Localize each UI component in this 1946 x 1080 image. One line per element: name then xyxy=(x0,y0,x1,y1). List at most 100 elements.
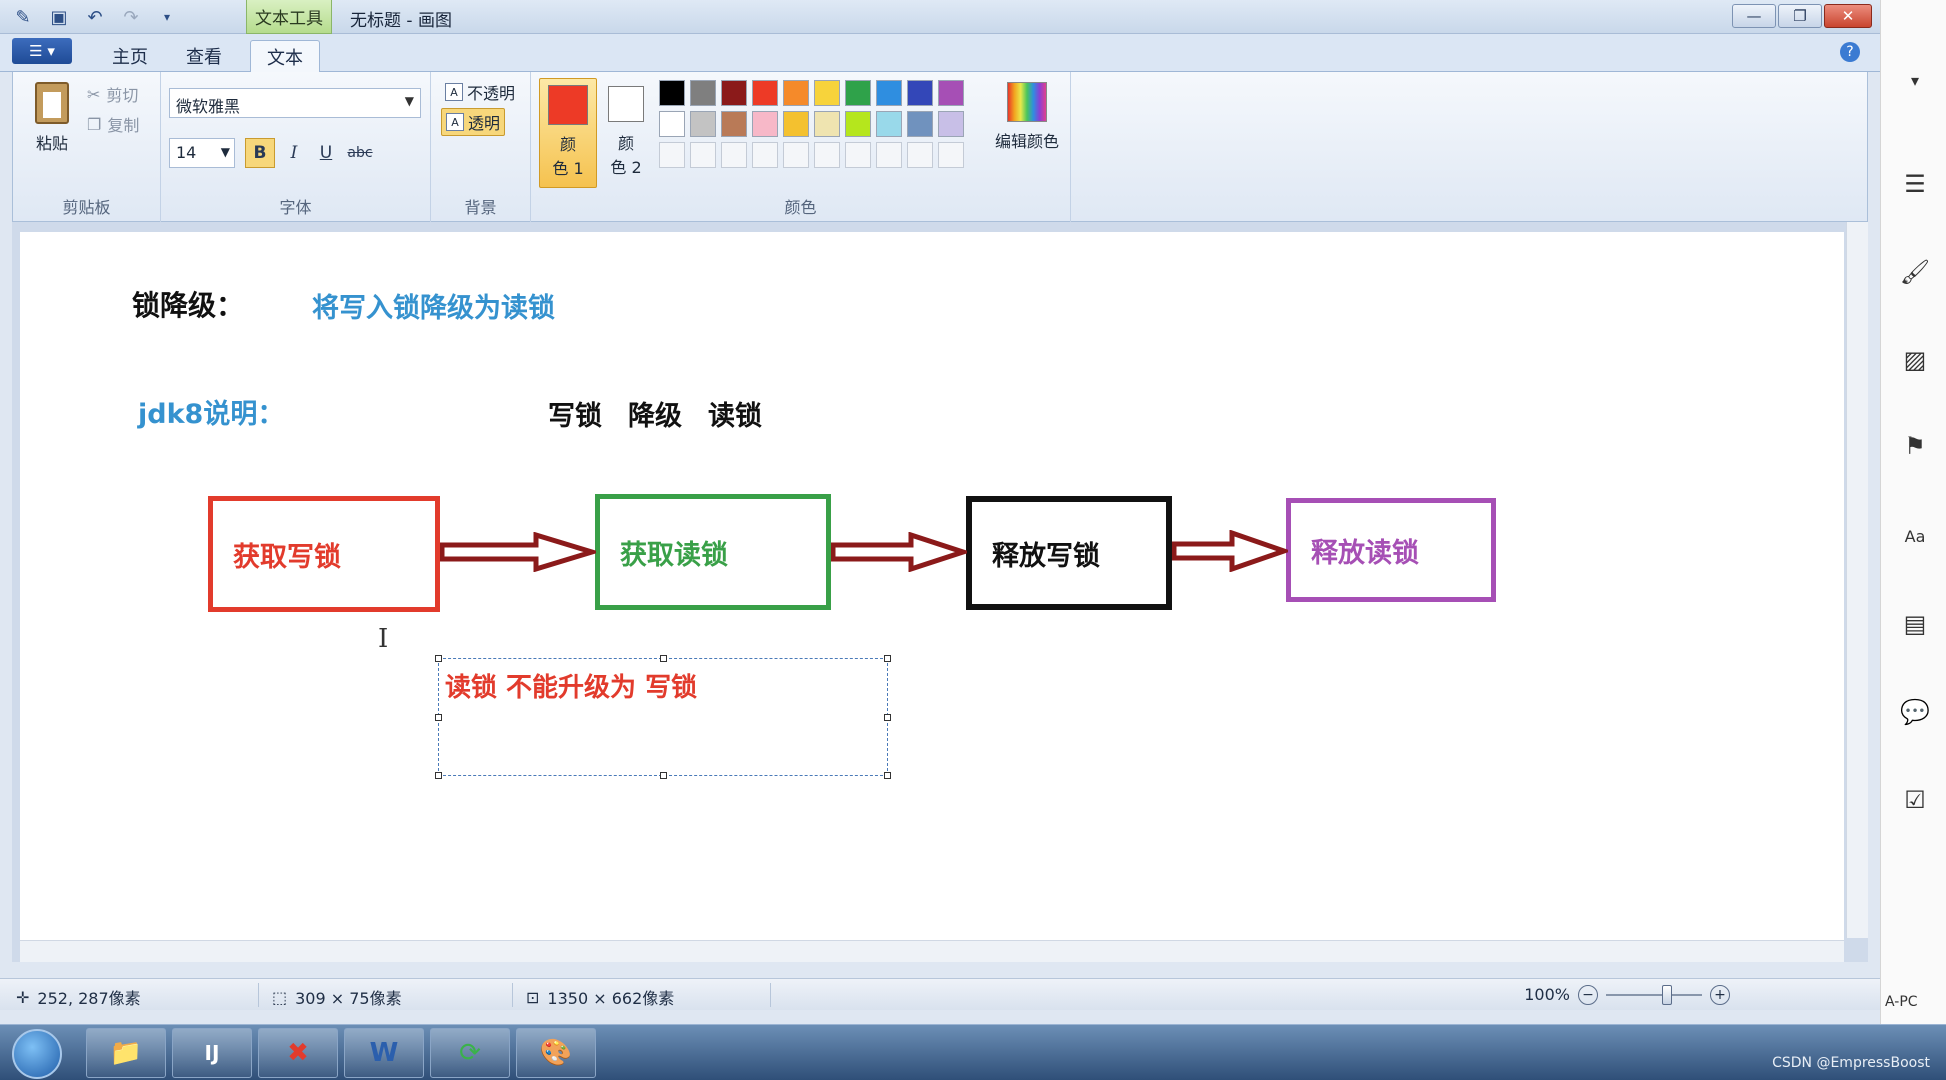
font-icon[interactable]: Aa xyxy=(1901,522,1929,550)
paste-button[interactable]: 粘贴 xyxy=(27,82,77,154)
palette-swatch[interactable] xyxy=(783,80,809,106)
palette-swatch[interactable] xyxy=(659,142,685,168)
customize-toolbar-icon[interactable]: ▾ xyxy=(154,4,180,30)
explorer-icon[interactable]: 📁 xyxy=(86,1028,166,1078)
palette-swatch[interactable] xyxy=(907,80,933,106)
zoom-slider-track[interactable] xyxy=(1606,994,1702,996)
drawing-canvas[interactable]: 锁降级： 将写入锁降级为读锁 jdk8说明： 写锁 降级 读锁 获取写锁 获取读… xyxy=(20,232,1844,948)
text-selection-box[interactable]: 读锁 不能升级为 写锁 xyxy=(435,655,891,779)
paint-taskbar-icon[interactable]: 🎨 xyxy=(516,1028,596,1078)
color1-label-a: 颜 xyxy=(559,135,576,154)
palette-swatch[interactable] xyxy=(907,142,933,168)
palette-swatch[interactable] xyxy=(690,142,716,168)
palette-swatch[interactable] xyxy=(907,111,933,137)
start-button[interactable] xyxy=(12,1029,62,1079)
zoom-slider-thumb[interactable] xyxy=(1662,985,1672,1005)
palette-swatch[interactable] xyxy=(876,111,902,137)
strikethrough-button[interactable]: abc xyxy=(345,138,375,168)
chat-icon[interactable]: 💬 xyxy=(1900,698,1930,726)
undo-icon[interactable]: ↶ xyxy=(82,4,108,30)
color2-button[interactable]: 颜 色 2 xyxy=(601,78,651,188)
resize-handle[interactable] xyxy=(660,772,667,779)
underline-button[interactable]: U xyxy=(311,138,341,168)
font-group: 微软雅黑 ▼ 14 ▼ B I U abc 字体 xyxy=(161,72,431,222)
font-family-select[interactable]: 微软雅黑 ▼ xyxy=(169,88,421,118)
palette-swatch[interactable] xyxy=(783,142,809,168)
word-icon[interactable]: W xyxy=(344,1028,424,1078)
maximize-button[interactable]: ❐ xyxy=(1778,4,1822,28)
horizontal-scrollbar[interactable] xyxy=(20,940,1844,962)
palette-swatch[interactable] xyxy=(783,111,809,137)
resize-handle[interactable] xyxy=(435,655,442,662)
redo-icon[interactable]: ↷ xyxy=(118,4,144,30)
palette-swatch[interactable] xyxy=(876,142,902,168)
chevron-down-icon[interactable]: ▾ xyxy=(1901,66,1929,94)
palette-swatch[interactable] xyxy=(845,111,871,137)
palette-swatch[interactable] xyxy=(752,111,778,137)
font-size-select[interactable]: 14 ▼ xyxy=(169,138,235,168)
selection-text[interactable]: 读锁 不能升级为 写锁 xyxy=(445,667,697,704)
tab-view[interactable]: 查看 xyxy=(170,40,238,72)
help-icon[interactable]: ? xyxy=(1840,42,1860,62)
brush-icon[interactable]: 🖌 xyxy=(1900,258,1930,286)
palette-swatch[interactable] xyxy=(814,142,840,168)
close-button[interactable]: ✕ xyxy=(1824,4,1872,28)
palette-swatch[interactable] xyxy=(938,80,964,106)
minimize-button[interactable]: — xyxy=(1732,4,1776,28)
palette-swatch[interactable] xyxy=(752,80,778,106)
palette-swatch[interactable] xyxy=(721,142,747,168)
palette-swatch[interactable] xyxy=(659,80,685,106)
zoom-level: 100% xyxy=(1524,985,1570,1004)
checklist-icon[interactable]: ☑ xyxy=(1901,786,1929,814)
list-icon[interactable]: ☰ xyxy=(1901,170,1929,198)
palette-swatch[interactable] xyxy=(721,80,747,106)
transparent-button[interactable]: A 透明 xyxy=(441,108,506,136)
color1-button[interactable]: 颜 色 1 xyxy=(539,78,597,188)
copy-button[interactable]: ❐ 复制 xyxy=(87,112,139,136)
italic-button[interactable]: I xyxy=(279,138,309,168)
zoom-out-button[interactable]: − xyxy=(1578,985,1598,1005)
paint-app-icon[interactable]: ✎ xyxy=(10,4,36,30)
bold-button[interactable]: B xyxy=(245,138,275,168)
tab-home[interactable]: 主页 xyxy=(96,40,164,72)
palette-swatch[interactable] xyxy=(690,111,716,137)
palette-swatch[interactable] xyxy=(938,142,964,168)
resize-handle[interactable] xyxy=(660,655,667,662)
intellij-icon[interactable]: IJ xyxy=(172,1028,252,1078)
resize-handle[interactable] xyxy=(435,772,442,779)
palette-swatch[interactable] xyxy=(659,111,685,137)
palette-swatch[interactable] xyxy=(876,80,902,106)
resize-handle[interactable] xyxy=(884,714,891,721)
palette-swatch[interactable] xyxy=(845,80,871,106)
tab-text[interactable]: 文本 xyxy=(250,40,320,72)
document-icon[interactable]: ▤ xyxy=(1901,610,1929,638)
selection-size-value: 309 × 75像素 xyxy=(295,989,402,1008)
palette-swatch[interactable] xyxy=(752,142,778,168)
browser-icon[interactable]: ⟳ xyxy=(430,1028,510,1078)
flag-icon[interactable]: ⚑ xyxy=(1901,432,1929,460)
palette-swatch[interactable] xyxy=(814,111,840,137)
release-read-lock-box: 释放读锁 xyxy=(1286,498,1496,602)
palette-swatch[interactable] xyxy=(845,142,871,168)
save-icon[interactable]: ▣ xyxy=(46,4,72,30)
vertical-scrollbar[interactable] xyxy=(1846,222,1868,938)
xmind-icon[interactable]: ✖ xyxy=(258,1028,338,1078)
resize-handle[interactable] xyxy=(884,655,891,662)
resize-handle[interactable] xyxy=(884,772,891,779)
palette-swatch[interactable] xyxy=(938,111,964,137)
copy-label: 复制 xyxy=(107,116,140,135)
paint-menu-button[interactable]: ☰ ▾ xyxy=(12,38,72,64)
sequence-downgrade: 降级 xyxy=(628,401,682,432)
image-icon[interactable]: ▨ xyxy=(1901,346,1929,374)
release-write-lock-label: 释放写锁 xyxy=(992,540,1100,572)
palette-swatch[interactable] xyxy=(690,80,716,106)
resize-handle[interactable] xyxy=(435,714,442,721)
chevron-down-icon: ▼ xyxy=(220,145,230,159)
opaque-button[interactable]: A 不透明 xyxy=(441,78,519,106)
palette-swatch[interactable] xyxy=(814,80,840,106)
edit-colors-button[interactable]: 编辑颜色 xyxy=(987,82,1067,152)
zoom-in-button[interactable]: + xyxy=(1710,985,1730,1005)
cut-button[interactable]: ✂ 剪切 xyxy=(87,82,138,106)
arrow-1 xyxy=(440,532,596,572)
palette-swatch[interactable] xyxy=(721,111,747,137)
